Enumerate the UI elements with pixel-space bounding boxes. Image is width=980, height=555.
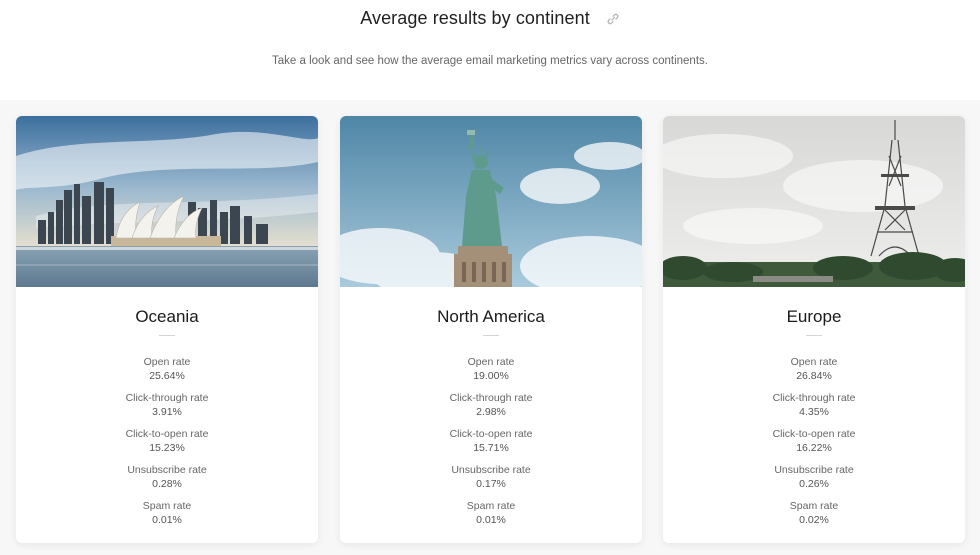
metric-value: 0.17%	[476, 478, 506, 490]
metric-value: 16.22%	[796, 442, 832, 454]
metric-click-to-open-rate: Click-to-open rate 15.71%	[340, 427, 642, 463]
metric-label: Open rate	[467, 356, 515, 368]
metric-label: Click-through rate	[449, 392, 533, 404]
metric-value: 15.23%	[149, 442, 185, 454]
card-europe: Europe Open rate 26.84% Click-through ra…	[663, 116, 965, 543]
page-header: Average results by continent Take a look…	[0, 0, 980, 100]
metric-label: Click-through rate	[125, 392, 209, 404]
eiffel-tower-photo	[663, 116, 965, 287]
metric-label: Open rate	[790, 356, 838, 368]
metric-value: 19.00%	[473, 370, 509, 382]
metric-spam-rate: Spam rate 0.01%	[16, 499, 318, 535]
card-north-america: North America Open rate 19.00% Click-thr…	[340, 116, 642, 543]
metrics-list: Open rate 19.00% Click-through rate 2.98…	[340, 355, 642, 535]
metric-click-to-open-rate: Click-to-open rate 16.22%	[663, 427, 965, 463]
metric-label: Spam rate	[142, 500, 192, 512]
metric-label: Click-to-open rate	[772, 428, 856, 440]
metric-value: 0.28%	[152, 478, 182, 490]
metric-click-through-rate: Click-through rate 2.98%	[340, 391, 642, 427]
page-title: Average results by continent	[360, 8, 590, 28]
metrics-list: Open rate 26.84% Click-through rate 4.35…	[663, 355, 965, 535]
metric-unsubscribe-rate: Unsubscribe rate 0.26%	[663, 463, 965, 499]
continent-cards: Oceania Open rate 25.64% Click-through r…	[16, 116, 966, 544]
metric-unsubscribe-rate: Unsubscribe rate 0.17%	[340, 463, 642, 499]
link-icon[interactable]	[606, 12, 620, 26]
metric-unsubscribe-rate: Unsubscribe rate 0.28%	[16, 463, 318, 499]
statue-of-liberty-photo	[340, 116, 642, 287]
metric-label: Unsubscribe rate	[774, 464, 854, 476]
card-title: North America	[437, 307, 545, 326]
title-divider	[806, 335, 822, 336]
metric-value: 15.71%	[473, 442, 509, 454]
metric-spam-rate: Spam rate 0.01%	[340, 499, 642, 535]
metric-click-through-rate: Click-through rate 3.91%	[16, 391, 318, 427]
metric-click-to-open-rate: Click-to-open rate 15.23%	[16, 427, 318, 463]
title-divider	[483, 335, 499, 336]
title-divider	[159, 335, 175, 336]
metric-value: 25.64%	[149, 370, 185, 382]
metric-open-rate: Open rate 25.64%	[16, 355, 318, 391]
metric-label: Click-to-open rate	[449, 428, 533, 440]
sydney-opera-house-photo	[16, 116, 318, 287]
metrics-list: Open rate 25.64% Click-through rate 3.91…	[16, 355, 318, 535]
metric-label: Open rate	[143, 356, 191, 368]
metric-value: 0.01%	[152, 514, 182, 526]
metric-label: Unsubscribe rate	[127, 464, 207, 476]
metric-value: 0.26%	[799, 478, 829, 490]
metric-label: Click-to-open rate	[125, 428, 209, 440]
card-title: Oceania	[135, 307, 199, 326]
metric-label: Spam rate	[789, 500, 839, 512]
metric-value: 4.35%	[799, 406, 829, 418]
title-row: Average results by continent	[0, 8, 980, 29]
metric-value: 0.02%	[799, 514, 829, 526]
metric-label: Unsubscribe rate	[451, 464, 531, 476]
card-title: Europe	[786, 307, 842, 326]
metric-open-rate: Open rate 19.00%	[340, 355, 642, 391]
metric-value: 26.84%	[796, 370, 832, 382]
metric-label: Click-through rate	[772, 392, 856, 404]
metric-spam-rate: Spam rate 0.02%	[663, 499, 965, 535]
metric-value: 0.01%	[476, 514, 506, 526]
card-oceania: Oceania Open rate 25.64% Click-through r…	[16, 116, 318, 543]
metric-open-rate: Open rate 26.84%	[663, 355, 965, 391]
metric-value: 2.98%	[476, 406, 506, 418]
page-subtitle: Take a look and see how the average emai…	[272, 55, 708, 67]
metric-label: Spam rate	[466, 500, 516, 512]
metric-click-through-rate: Click-through rate 4.35%	[663, 391, 965, 427]
metric-value: 3.91%	[152, 406, 182, 418]
